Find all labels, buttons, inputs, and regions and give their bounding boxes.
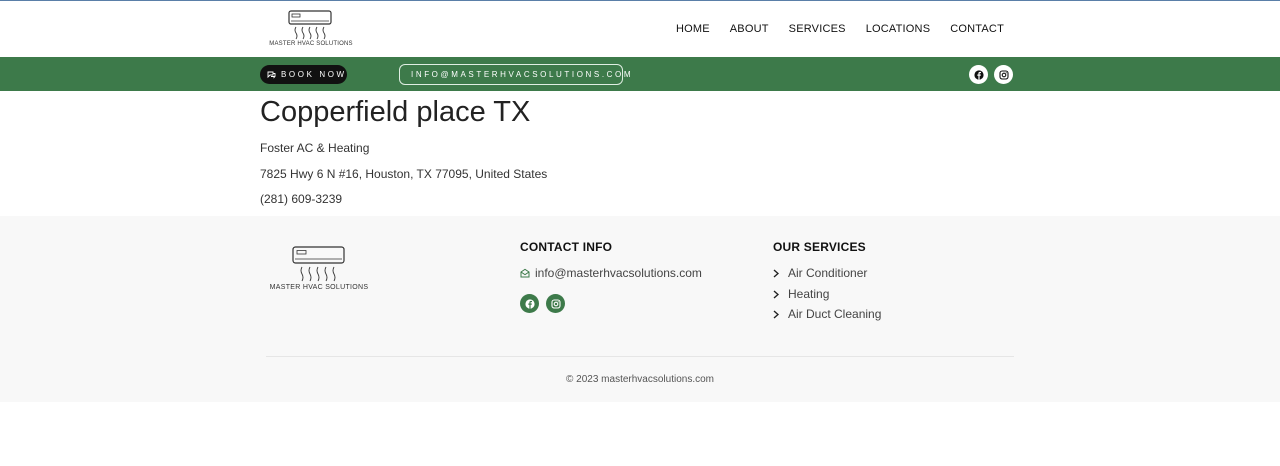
contact-info-heading: CONTACT INFO	[520, 240, 613, 254]
email-link-button[interactable]: INFO@MASTERHVACSOLUTIONS.COM	[399, 64, 631, 85]
copyright-text: © 2023 masterhvacsolutions.com	[566, 374, 714, 385]
footer-facebook-link[interactable]	[520, 294, 539, 313]
service-link-air-duct-cleaning[interactable]: Air Duct Cleaning	[773, 307, 881, 321]
book-now-label: BOOK NOW	[281, 70, 347, 79]
chevron-right-icon	[773, 289, 779, 299]
nav-services[interactable]: SERVICES	[789, 23, 846, 35]
chevron-right-icon	[773, 268, 779, 278]
footer-email-link[interactable]: info@masterhvacsolutions.com	[520, 266, 702, 280]
facebook-icon	[524, 298, 535, 309]
service-label: Air Duct Cleaning	[788, 307, 882, 321]
facebook-icon	[973, 69, 984, 80]
instagram-link[interactable]	[994, 65, 1013, 84]
ac-unit-icon	[292, 246, 345, 282]
top-bar: BOOK NOW INFO@MASTERHVACSOLUTIONS.COM	[0, 57, 1280, 91]
instagram-icon	[998, 69, 1009, 80]
service-link-heating[interactable]: Heating	[773, 287, 829, 301]
logo-text: MASTER HVAC SOLUTIONS	[269, 41, 353, 47]
book-now-button[interactable]: BOOK NOW	[260, 65, 347, 84]
nav-contact[interactable]: CONTACT	[950, 23, 1004, 35]
main-nav: HOME ABOUT SERVICES LOCATIONS CONTACT	[656, 23, 1004, 35]
business-address: 7825 Hwy 6 N #16, Houston, TX 77095, Uni…	[260, 167, 548, 181]
service-label: Air Conditioner	[788, 266, 868, 280]
our-services-heading: OUR SERVICES	[773, 240, 866, 254]
service-label: Heating	[788, 287, 830, 301]
nav-locations[interactable]: LOCATIONS	[866, 23, 931, 35]
business-phone: (281) 609-3239	[260, 192, 343, 206]
footer-logo[interactable]: MASTER HVAC SOLUTIONS	[268, 244, 370, 296]
site-header: MASTER HVAC SOLUTIONS HOME ABOUT SERVICE…	[0, 1, 1280, 57]
email-link-label: INFO@MASTERHVACSOLUTIONS.COM	[411, 70, 634, 79]
site-logo[interactable]: MASTER HVAC SOLUTIONS	[268, 9, 354, 51]
footer-divider	[266, 356, 1014, 357]
chevron-right-icon	[773, 309, 779, 319]
service-link-air-conditioner[interactable]: Air Conditioner	[773, 266, 867, 280]
footer-email-text: info@masterhvacsolutions.com	[535, 266, 702, 280]
footer-logo-text: MASTER HVAC SOLUTIONS	[269, 284, 369, 291]
ac-unit-icon	[288, 10, 332, 40]
chat-icon	[267, 71, 276, 79]
instagram-icon	[550, 298, 561, 309]
site-footer: MASTER HVAC SOLUTIONS CONTACT INFO info@…	[0, 216, 1280, 402]
business-name: Foster AC & Heating	[260, 141, 370, 155]
nav-about[interactable]: ABOUT	[730, 23, 769, 35]
nav-home[interactable]: HOME	[676, 23, 710, 35]
facebook-link[interactable]	[969, 65, 988, 84]
page-title: Copperfield place TX	[260, 96, 531, 128]
footer-instagram-link[interactable]	[546, 294, 565, 313]
envelope-open-icon	[520, 268, 530, 278]
